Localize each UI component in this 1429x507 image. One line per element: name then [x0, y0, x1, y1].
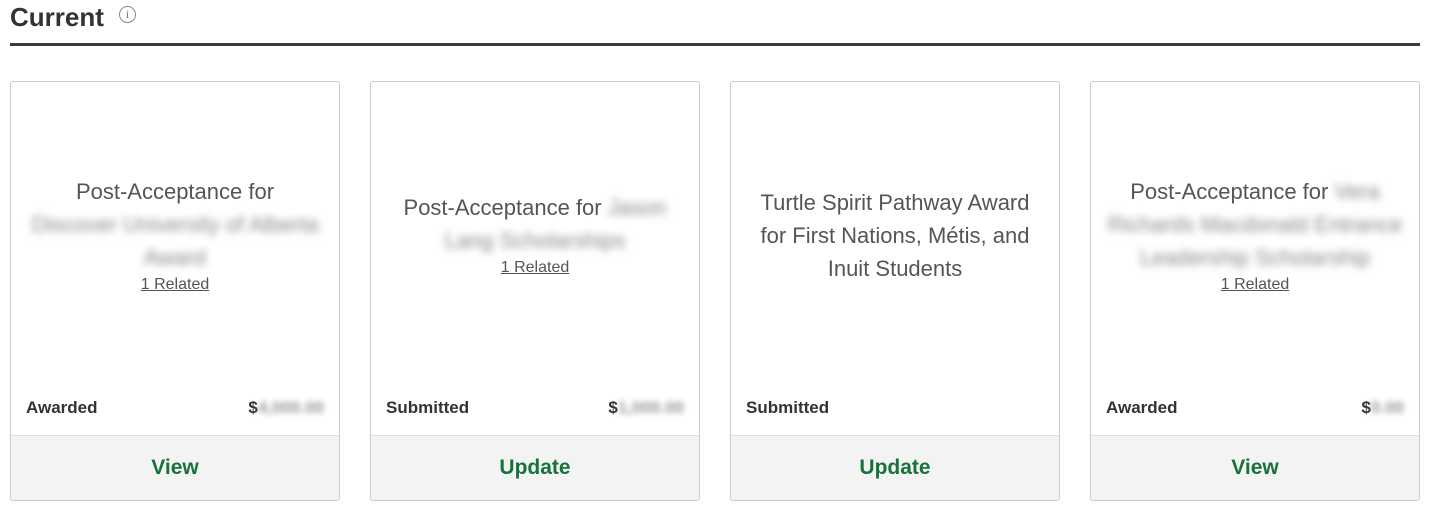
related-link[interactable]: 1 Related [141, 274, 210, 296]
status-row: Submitted [746, 398, 1044, 418]
section-title: Current [10, 2, 104, 32]
related-link[interactable]: 1 Related [501, 257, 570, 279]
award-card: Turtle Spirit Pathway Award for First Na… [730, 81, 1060, 501]
status-label: Awarded [26, 398, 98, 417]
card-title-prefix: Post-Acceptance for [75, 178, 275, 204]
award-card: Post-Acceptance for Jason Lang Scholarsh… [370, 81, 700, 501]
update-button[interactable]: Update [731, 435, 1059, 500]
card-body: Post-Acceptance for Jason Lang Scholarsh… [371, 82, 699, 388]
amount: $0.00 [1361, 398, 1404, 418]
amount-redacted: 4,000.00 [257, 398, 324, 417]
section-header: Current i [10, 0, 1420, 46]
card-title: Post-Acceptance for Discover University … [25, 175, 325, 274]
card-title-text: Turtle Spirit Pathway Award for First Na… [760, 189, 1030, 281]
status-label: Submitted [386, 398, 470, 417]
card-title-redacted: Discover University of Alberta Award [31, 211, 319, 270]
currency-symbol: $ [1361, 398, 1371, 417]
status-row: Awarded $4,000.00 [26, 398, 324, 418]
award-card: Post-Acceptance for Discover University … [10, 81, 340, 501]
amount: $4,000.00 [248, 398, 324, 418]
card-title: Post-Acceptance for Vera Richards Macdon… [1105, 175, 1405, 274]
view-button[interactable]: View [1091, 435, 1419, 500]
card-title-prefix: Post-Acceptance for [403, 195, 602, 220]
card-title: Turtle Spirit Pathway Award for First Na… [745, 186, 1045, 285]
award-card: Post-Acceptance for Vera Richards Macdon… [1090, 81, 1420, 501]
view-button[interactable]: View [11, 435, 339, 500]
related-link[interactable]: 1 Related [1221, 274, 1290, 296]
card-body: Turtle Spirit Pathway Award for First Na… [731, 82, 1059, 388]
card-body: Post-Acceptance for Vera Richards Macdon… [1091, 82, 1419, 388]
update-button[interactable]: Update [371, 435, 699, 500]
card-title: Post-Acceptance for Jason Lang Scholarsh… [385, 191, 685, 257]
card-body: Post-Acceptance for Discover University … [11, 82, 339, 388]
currency-symbol: $ [248, 398, 258, 417]
status-label: Awarded [1106, 398, 1178, 417]
status-row: Submitted $1,000.00 [386, 398, 684, 418]
amount: $1,000.00 [608, 398, 684, 418]
amount-redacted: 0.00 [1370, 398, 1404, 417]
amount-redacted: 1,000.00 [617, 398, 684, 417]
status-row: Awarded $0.00 [1106, 398, 1404, 418]
card-title-prefix: Post-Acceptance for [1130, 178, 1329, 204]
info-icon[interactable]: i [119, 6, 136, 23]
status-label: Submitted [746, 398, 830, 417]
currency-symbol: $ [608, 398, 618, 417]
